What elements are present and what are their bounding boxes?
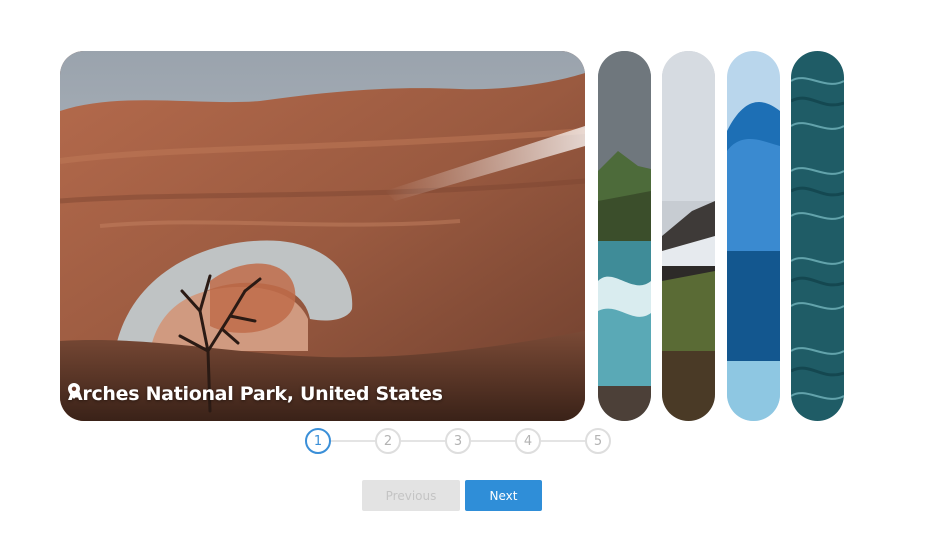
active-slide[interactable]: Arches National Park, United States	[60, 51, 585, 421]
carousel-stage: Arches National Park, United States 1 2 …	[0, 0, 945, 533]
slide-caption: Arches National Park, United States	[68, 383, 443, 405]
step-1[interactable]: 1	[305, 428, 331, 454]
step-4[interactable]: 4	[515, 428, 541, 454]
ocean-waves-photo	[791, 51, 844, 421]
step-connector	[331, 440, 375, 442]
step-5[interactable]: 5	[585, 428, 611, 454]
iceberg-photo	[727, 51, 780, 421]
step-3[interactable]: 3	[445, 428, 471, 454]
step-connector	[541, 440, 585, 442]
previous-button[interactable]: Previous	[362, 480, 460, 511]
step-2[interactable]: 2	[375, 428, 401, 454]
thumbnail-slide-4[interactable]	[727, 51, 780, 421]
arch-photo	[60, 51, 585, 421]
thumbnail-slide-3[interactable]	[662, 51, 715, 421]
next-button[interactable]: Next	[465, 480, 542, 511]
slide-stepper: 1 2 3 4 5	[305, 428, 615, 454]
thumbnail-slide-5[interactable]	[791, 51, 844, 421]
mountain-valley-photo	[662, 51, 715, 421]
thumbnail-slide-2[interactable]	[598, 51, 651, 421]
step-connector	[471, 440, 515, 442]
coastal-cliffs-photo	[598, 51, 651, 421]
step-connector	[401, 440, 445, 442]
map-pin-icon	[68, 383, 80, 399]
slide-caption-text: Arches National Park, United States	[68, 383, 443, 405]
